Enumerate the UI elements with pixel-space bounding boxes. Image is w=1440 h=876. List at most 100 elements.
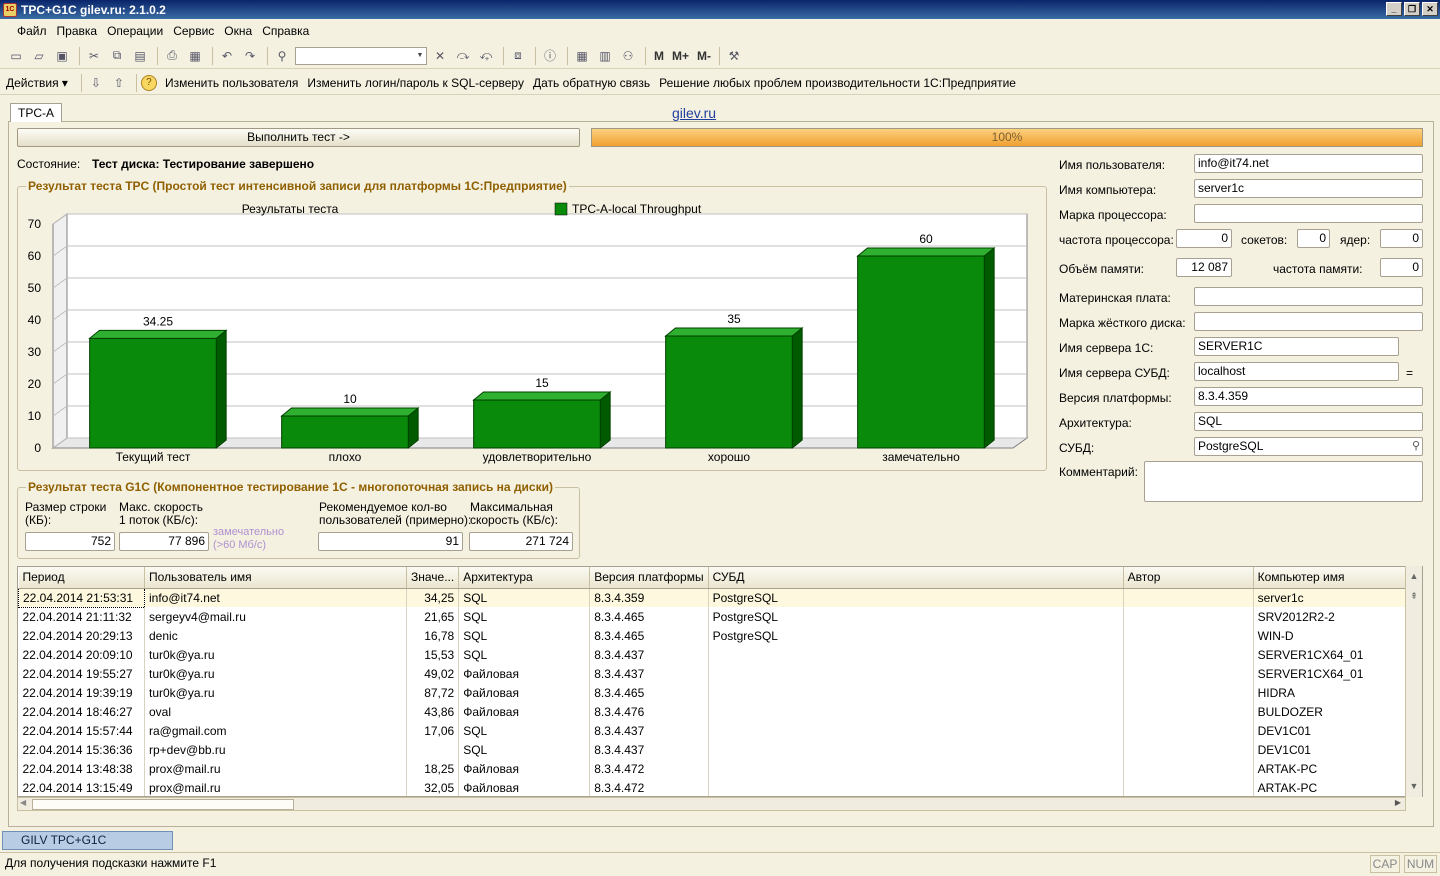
cell-architecture[interactable]: Файловая (458, 683, 591, 702)
cell-architecture[interactable]: SQL (458, 721, 591, 740)
ram-freq-field[interactable]: 0 (1380, 258, 1423, 277)
cell-platform[interactable]: 8.3.4.437 (589, 740, 709, 759)
cell-architecture[interactable]: Файловая (458, 664, 591, 683)
cell-platform[interactable]: 8.3.4.472 (589, 778, 709, 796)
cell-author[interactable] (1123, 683, 1254, 702)
cell-user[interactable]: denic (144, 626, 407, 645)
cut-icon[interactable]: ✂ (84, 46, 104, 66)
dbserver-field[interactable]: localhost (1194, 362, 1399, 381)
cell-period[interactable]: 22.04.2014 21:53:31 (18, 587, 145, 608)
windows-icon[interactable]: ⧈ (508, 46, 528, 66)
cell-value[interactable] (406, 740, 460, 759)
cell-dbms[interactable]: PostgreSQL (708, 626, 1124, 645)
cores-field[interactable]: 0 (1380, 229, 1423, 248)
cell-platform[interactable]: 8.3.4.437 (589, 645, 709, 664)
menu-edit[interactable]: Правка (57, 24, 98, 38)
cell-period[interactable]: 22.04.2014 20:29:13 (18, 626, 145, 645)
cell-author[interactable] (1123, 759, 1254, 778)
cell-architecture[interactable]: Файловая (458, 759, 591, 778)
undo-icon[interactable]: ↶ (217, 46, 237, 66)
window-task-button[interactable]: GILV TPC+G1C (2, 831, 173, 850)
cell-dbms[interactable]: PostgreSQL (708, 588, 1124, 607)
run-test-button[interactable]: Выполнить тест -> (17, 128, 580, 147)
cell-value[interactable]: 49,02 (406, 664, 460, 683)
cell-period[interactable]: 22.04.2014 21:11:32 (18, 607, 145, 626)
cell-platform[interactable]: 8.3.4.465 (589, 626, 709, 645)
table-row[interactable]: 22.04.2014 19:55:27 tur0k@ya.ru 49,02 Файло… (18, 664, 1418, 683)
print-preview-icon[interactable]: ▦ (185, 46, 205, 66)
cell-platform[interactable]: 8.3.4.465 (589, 607, 709, 626)
cell-computer[interactable]: DEV1C01 (1253, 740, 1418, 759)
cell-dbms[interactable] (708, 664, 1124, 683)
performance-solutions-button[interactable]: Решение любых проблем производительности… (659, 76, 1016, 90)
cell-user[interactable]: oval (144, 702, 407, 721)
table-row[interactable]: 22.04.2014 20:29:13 denic 16,78 SQL 8.3.4.46… (18, 626, 1418, 645)
cell-dbms[interactable] (708, 683, 1124, 702)
arch-field[interactable]: SQL (1194, 412, 1423, 431)
cell-computer[interactable]: ARTAK-PC (1253, 759, 1418, 778)
open-folder-icon[interactable]: ▱ (29, 46, 49, 66)
toolbar-search-input[interactable]: ▼ (295, 46, 427, 65)
scroll-right-icon[interactable]: ▶ (1395, 798, 1401, 807)
cell-architecture[interactable]: SQL (458, 645, 591, 664)
users-icon[interactable]: ⚇ (618, 46, 638, 66)
cell-period[interactable]: 22.04.2014 13:15:49 (18, 778, 145, 796)
paste-icon[interactable]: ▤ (130, 46, 150, 66)
cell-architecture[interactable]: Файловая (458, 702, 591, 721)
menu-file[interactable]: Файл (17, 24, 47, 38)
table-row[interactable]: 22.04.2014 20:09:10 tur0k@ya.ru 15,53 SQL 8.… (18, 645, 1418, 664)
table-row[interactable]: 22.04.2014 13:15:49 prox@mail.ru 32,05 Файл… (18, 778, 1418, 796)
cell-user[interactable]: tur0k@ya.ru (144, 683, 407, 702)
max-speed-field[interactable]: 271 724 (469, 532, 573, 551)
table-vertical-scrollbar[interactable]: ▲ ⇞ ▼ (1405, 566, 1422, 797)
row-size-field[interactable]: 752 (25, 532, 115, 551)
cell-period[interactable]: 22.04.2014 15:36:36 (18, 740, 145, 759)
cell-author[interactable] (1123, 645, 1254, 664)
change-user-button[interactable]: Изменить пользователя (165, 76, 298, 90)
cell-computer[interactable]: BULDOZER (1253, 702, 1418, 721)
cell-dbms[interactable] (708, 759, 1124, 778)
comment-field[interactable] (1144, 461, 1423, 502)
print-icon[interactable]: ⎙ (162, 46, 182, 66)
table-row[interactable]: 22.04.2014 13:48:38 prox@mail.ru 18,25 Файл… (18, 759, 1418, 778)
new-document-icon[interactable]: ▭ (6, 46, 26, 66)
cell-user[interactable]: ra@gmail.com (144, 721, 407, 740)
cell-value[interactable]: 34,25 (406, 588, 460, 607)
column-header-author[interactable]: Автор (1123, 567, 1254, 589)
clear-search-icon[interactable]: ✕ (430, 46, 450, 66)
cell-author[interactable] (1123, 740, 1254, 759)
cell-period[interactable]: 22.04.2014 20:09:10 (18, 645, 145, 664)
cell-user[interactable]: sergeyv4@mail.ru (144, 607, 407, 626)
menu-help[interactable]: Справка (262, 24, 309, 38)
platform-field[interactable]: 8.3.4.359 (1194, 387, 1423, 406)
column-header-architecture[interactable]: Архитектура (458, 567, 591, 589)
cell-dbms[interactable] (708, 778, 1124, 796)
cell-value[interactable]: 21,65 (406, 607, 460, 626)
cell-computer[interactable]: DEV1C01 (1253, 721, 1418, 740)
import-icon[interactable]: ⇧ (109, 73, 129, 93)
cell-user[interactable]: prox@mail.ru (144, 778, 407, 796)
cell-period[interactable]: 22.04.2014 15:57:44 (18, 721, 145, 740)
cell-value[interactable]: 15,53 (406, 645, 460, 664)
cell-author[interactable] (1123, 702, 1254, 721)
cell-platform[interactable]: 8.3.4.465 (589, 683, 709, 702)
chevron-down-icon[interactable]: ▼ (414, 48, 426, 64)
gilev-link[interactable]: gilev.ru (672, 105, 716, 121)
cell-period[interactable]: 22.04.2014 19:55:27 (18, 664, 145, 683)
table-horizontal-scrollbar[interactable]: ◀ ▶ (17, 797, 1406, 811)
table-row[interactable]: 22.04.2014 15:36:36 rp+dev@bb.ru SQL 8.3.4.… (18, 740, 1418, 759)
save-icon[interactable]: ▣ (52, 46, 72, 66)
cell-period[interactable]: 22.04.2014 13:48:38 (18, 759, 145, 778)
cell-value[interactable]: 17,06 (406, 721, 460, 740)
memory-m-minus-icon[interactable]: M- (697, 49, 711, 63)
menu-operations[interactable]: Операции (107, 24, 163, 38)
column-header-dbms[interactable]: СУБД (708, 567, 1124, 589)
cell-computer[interactable]: SERVER1CX64_01 (1253, 645, 1418, 664)
cell-value[interactable]: 87,72 (406, 683, 460, 702)
column-header-computer[interactable]: Компьютер имя (1253, 567, 1418, 589)
table-row[interactable]: 22.04.2014 21:53:31 info@it74.net 34,25 SQL… (18, 587, 1418, 608)
tools-icon[interactable]: ⚒ (724, 46, 744, 66)
motherboard-field[interactable] (1194, 287, 1423, 306)
restore-button[interactable]: ❐ (1404, 2, 1420, 16)
cell-value[interactable]: 16,78 (406, 626, 460, 645)
